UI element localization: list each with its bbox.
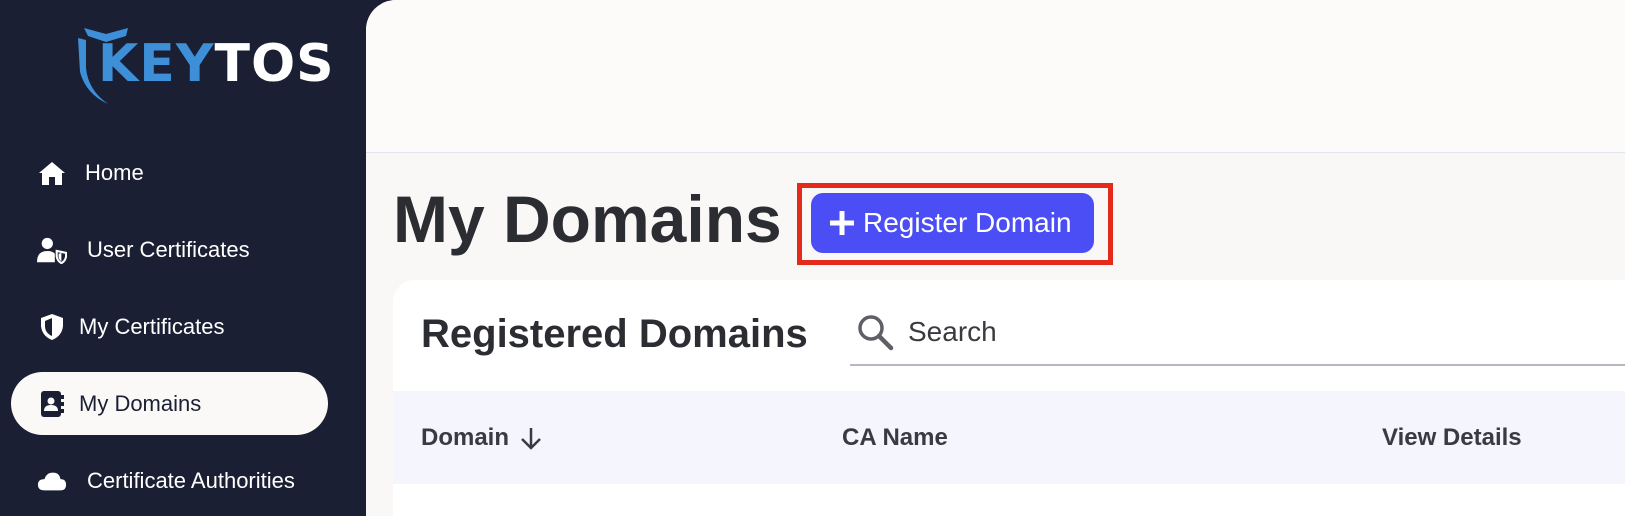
search-icon xyxy=(858,315,894,351)
column-header-view-details[interactable]: View Details xyxy=(1382,424,1522,452)
plus-icon xyxy=(830,211,854,235)
home-icon xyxy=(37,158,67,188)
logo-key-text: KEY xyxy=(98,34,215,94)
registered-domains-card: Registered Domains Domain CA Name View D… xyxy=(393,280,1625,516)
search-input[interactable] xyxy=(908,316,1508,348)
cloud-icon xyxy=(37,466,67,496)
table-header: Domain CA Name View Details xyxy=(393,391,1625,484)
sidebar-item-my-certificates[interactable]: My Certificates xyxy=(11,295,328,358)
sidebar-item-my-domains[interactable]: My Domains xyxy=(11,372,328,435)
shield-icon xyxy=(37,312,67,342)
sidebar-item-user-certificates[interactable]: User Certificates xyxy=(11,218,328,281)
sidebar-item-label: User Certificates xyxy=(87,236,250,262)
page-title: My Domains xyxy=(393,182,782,256)
contact-book-icon xyxy=(37,389,67,419)
sidebar-item-label: Certificate Authorities xyxy=(87,467,295,493)
register-domain-label: Register Domain xyxy=(863,207,1072,238)
logo-wordmark: KEYTOS xyxy=(98,38,335,90)
arrow-down-icon[interactable] xyxy=(519,426,543,450)
logo-tos-text: TOS xyxy=(214,34,335,94)
sidebar-item-label: My Certificates xyxy=(79,313,225,339)
column-header-domain[interactable]: Domain xyxy=(421,424,543,452)
search-box[interactable] xyxy=(850,300,1625,366)
sidebar: KEYTOS Home User Certificates My Certifi… xyxy=(0,0,366,516)
column-label: Domain xyxy=(421,423,510,451)
main-content: My Domains Register Domain Registered Do… xyxy=(366,0,1625,516)
sidebar-item-home[interactable]: Home xyxy=(11,141,328,204)
sidebar-item-label: My Domains xyxy=(79,390,202,416)
column-header-ca-name[interactable]: CA Name xyxy=(842,424,948,452)
register-domain-button[interactable]: Register Domain xyxy=(811,193,1094,253)
column-label: View Details xyxy=(1382,423,1522,451)
sidebar-item-label: Home xyxy=(85,159,144,185)
top-bar xyxy=(366,0,1625,153)
sidebar-item-certificate-authorities[interactable]: Certificate Authorities xyxy=(11,449,328,512)
card-title: Registered Domains xyxy=(421,312,808,356)
keytos-logo[interactable]: KEYTOS xyxy=(74,24,334,110)
user-shield-icon xyxy=(37,235,67,265)
column-label: CA Name xyxy=(842,423,948,451)
